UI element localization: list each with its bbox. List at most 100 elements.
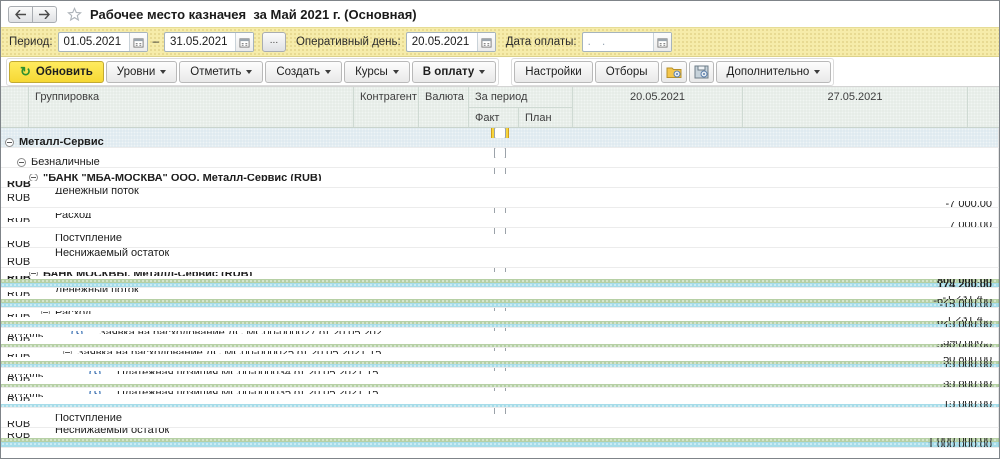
- secondary-button-group: Настройки Отборы Дополнительно: [511, 58, 834, 86]
- filter-bar: Период: 01.05.2021 – 31.05.2021 ... Опер…: [1, 27, 999, 57]
- save-settings-button[interactable]: [689, 61, 714, 83]
- date2-value: 174 200,00: [937, 283, 992, 287]
- table-row[interactable]: БАНК МОСКВЫ, Металл-Сервис (RUB)RUB800 0…: [1, 268, 999, 288]
- table-row[interactable]: РасходRUB1 231 4...625 800,0015 000,00: [1, 308, 999, 328]
- collapse-expander-icon[interactable]: [29, 174, 38, 180]
- mark-dropdown-button[interactable]: Отметить: [179, 61, 263, 83]
- date2-cell: -15 000,00: [1, 303, 999, 307]
- date1-cell: 590 000,00: [1, 344, 999, 347]
- currency-cell: RUB: [1, 421, 999, 427]
- date1-cell: 35 800,00: [1, 384, 999, 387]
- arrow-left-icon: [15, 10, 26, 19]
- table-row[interactable]: Платежная позиция МС00-000034 от 20.05.2…: [1, 368, 999, 388]
- header-currency[interactable]: Валюта: [419, 87, 469, 127]
- create-dropdown-button[interactable]: Создать: [265, 61, 342, 83]
- currency-cell: RUB: [1, 181, 999, 187]
- calendar-icon[interactable]: [477, 33, 495, 51]
- header-period[interactable]: За период: [469, 87, 573, 107]
- period-to-input[interactable]: 31.05.2021: [164, 32, 254, 52]
- calendar-icon[interactable]: [129, 33, 147, 51]
- table-row[interactable]: Заявка на расходование ДС МС00-000025 от…: [1, 348, 999, 368]
- date2-value: -15 000,00: [939, 303, 992, 307]
- chevron-down-icon: [393, 70, 399, 74]
- date2-cell: 15 000,00: [1, 364, 999, 367]
- date1-value: 590 000,00: [937, 344, 992, 347]
- table-row[interactable]: ПоступлениеRUB: [1, 228, 999, 248]
- table-body: Металл-Сервис Безналичные"БАНК "МБА-МОСКВ…: [1, 128, 999, 448]
- payment-date-input[interactable]: . .: [582, 32, 672, 52]
- levels-dropdown-button[interactable]: Уровни: [106, 61, 177, 83]
- header-contragent[interactable]: Контрагент: [354, 87, 419, 127]
- table-row[interactable]: Неснижаемый остатокRUB1 000 000,001 000 …: [1, 428, 999, 448]
- date2-value: 1 000 000,00: [928, 442, 992, 447]
- main-button-group: ↻ Обновить Уровни Отметить Создать Курсы…: [6, 58, 499, 86]
- range-separator: –: [153, 36, 159, 48]
- row-label: Неснижаемый остаток: [55, 248, 169, 258]
- command-bar: ↻ Обновить Уровни Отметить Создать Курсы…: [1, 57, 999, 87]
- payment-date-label: Дата оплаты:: [506, 36, 577, 48]
- currency-cell: RUB: [1, 241, 999, 247]
- folder-settings-icon: [666, 65, 682, 79]
- rates-dropdown-button[interactable]: Курсы: [344, 61, 410, 83]
- row-label: Металл-Сервис: [19, 138, 104, 148]
- currency-value: RUB: [7, 181, 31, 187]
- collapse-expander-icon[interactable]: [41, 311, 50, 314]
- table-row[interactable]: Неснижаемый остаток RUB: [1, 248, 999, 268]
- table-row[interactable]: Платежная позиция МС00-000035 от 20.05.2…: [1, 388, 999, 408]
- table-row[interactable]: Металл-Сервис: [1, 128, 999, 148]
- checkbox-cell: [1, 148, 999, 158]
- table-row[interactable]: Денежный потокRUB-7 000,00: [1, 188, 999, 208]
- filters-button[interactable]: Отборы: [595, 61, 659, 83]
- currency-value: RUB: [7, 258, 30, 268]
- operational-day-input[interactable]: 20.05.2021: [406, 32, 496, 52]
- back-button[interactable]: [8, 6, 33, 23]
- date2-cell: 15 000,00: [1, 324, 999, 327]
- table-row[interactable]: Безналичные: [1, 148, 999, 168]
- grouping-cell: Металл-Сервис: [1, 138, 999, 148]
- row-checkbox[interactable]: [494, 148, 506, 158]
- calendar-icon[interactable]: [653, 33, 671, 51]
- table-row[interactable]: Денежный потокRUB-1 231 4...-625 800,00-…: [1, 288, 999, 308]
- currency-value: RUB: [7, 421, 30, 427]
- plan-value: -7 000,00: [946, 201, 992, 207]
- collapse-expander-icon[interactable]: [63, 351, 72, 354]
- to-payment-dropdown-button[interactable]: В оплату: [412, 61, 497, 83]
- operational-day-label: Оперативный день:: [296, 36, 401, 48]
- currency-cell: RUB: [1, 258, 999, 268]
- refresh-icon: ↻: [20, 65, 31, 78]
- header-grouping[interactable]: Группировка: [29, 87, 354, 127]
- header-date-2[interactable]: 27.05.2021: [743, 87, 968, 127]
- choose-period-button[interactable]: ...: [262, 32, 286, 52]
- more-dropdown-button[interactable]: Дополнительно: [716, 61, 832, 83]
- grouping-cell: Неснижаемый остаток: [1, 248, 999, 258]
- date2-cell: 174 200,00: [1, 283, 999, 287]
- collapse-expander-icon[interactable]: [17, 158, 26, 167]
- header-plan[interactable]: План: [519, 107, 573, 127]
- collapse-expander-icon[interactable]: [5, 138, 14, 147]
- collapse-expander-icon[interactable]: [29, 272, 38, 276]
- table-row[interactable]: ПоступлениеRUB: [1, 408, 999, 428]
- calendar-icon[interactable]: [235, 33, 253, 51]
- table-header: Группировка Контрагент Валюта За период …: [1, 87, 999, 128]
- header-fact[interactable]: Факт: [469, 107, 519, 127]
- plan-cell: -7 000,00: [1, 201, 999, 207]
- table-row[interactable]: Заявка на расходование ДС МС00-000027 от…: [1, 328, 999, 348]
- favorite-star-icon[interactable]: [67, 7, 82, 22]
- checkbox-cell: [1, 128, 999, 138]
- row-checkbox-focused[interactable]: [491, 128, 509, 138]
- header-date-1[interactable]: 20.05.2021: [573, 87, 743, 127]
- forward-button[interactable]: [32, 6, 57, 23]
- currency-value: RUB: [7, 241, 30, 247]
- plan-value: 7 000,00: [949, 222, 992, 227]
- load-settings-button[interactable]: [661, 61, 687, 83]
- period-from-input[interactable]: 01.05.2021: [58, 32, 148, 52]
- header-checkbox-column: [1, 87, 29, 127]
- table-row[interactable]: РасходRUB7 000,00: [1, 208, 999, 228]
- refresh-button[interactable]: ↻ Обновить: [9, 61, 104, 83]
- grouping-cell: Безналичные: [1, 158, 999, 168]
- app-window: Рабочее место казначея за Май 2021 г. (О…: [0, 0, 1000, 459]
- table-row[interactable]: "БАНК "МБА-МОСКВА" ООО, Металл-Сервис (R…: [1, 168, 999, 188]
- chevron-down-icon: [479, 70, 485, 74]
- plan-cell: 7 000,00: [1, 222, 999, 227]
- settings-button[interactable]: Настройки: [514, 61, 592, 83]
